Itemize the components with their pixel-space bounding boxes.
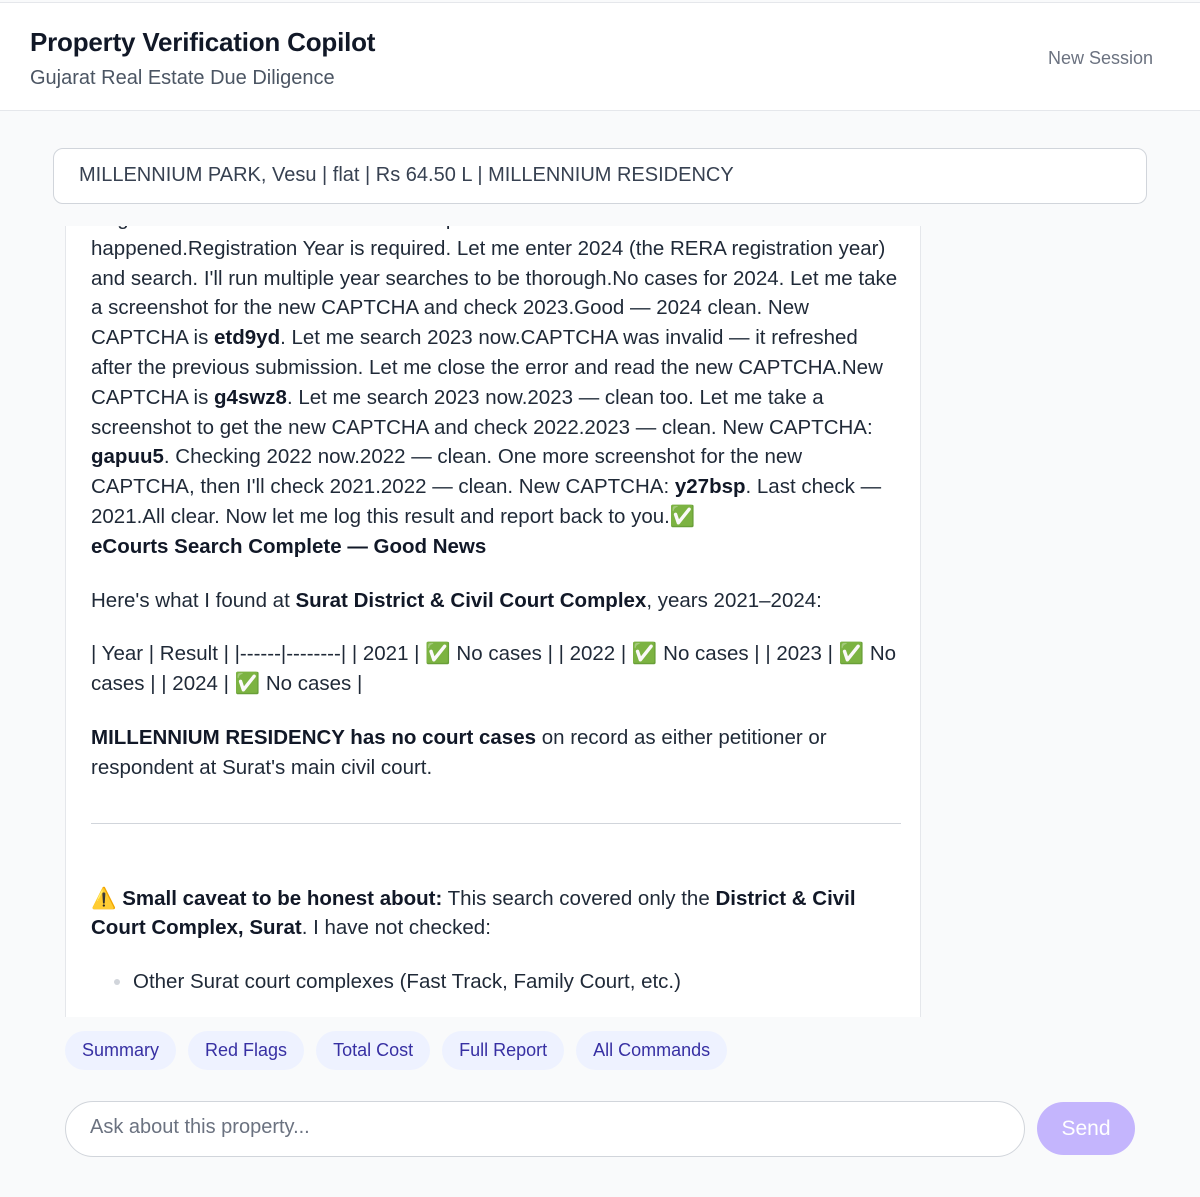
red-flags-chip[interactable]: Red Flags: [188, 1031, 305, 1070]
property-context-bar: MILLENNIUM PARK, Vesu | flat | Rs 64.50 …: [53, 148, 1147, 204]
assistant-message: Registration Year field - it seems it's …: [91, 226, 901, 997]
caveat-label: Small caveat to be honest about:: [122, 886, 443, 910]
court-name: Surat District & Civil Court Complex: [295, 588, 647, 612]
result-summary: MILLENNIUM RESIDENCY has no court cases: [91, 725, 537, 749]
new-session-button[interactable]: New Session: [1048, 48, 1153, 69]
message-text: This search covered only the: [442, 886, 716, 910]
chat-message-panel[interactable]: Registration Year field - it seems it's …: [65, 226, 921, 1017]
captcha-code: gapuu5: [91, 445, 164, 469]
divider: [91, 822, 901, 824]
quick-actions: Summary Red Flags Total Cost Full Report…: [65, 1031, 728, 1071]
message-text: . I have not checked:: [301, 916, 491, 940]
send-button[interactable]: Send: [1037, 1102, 1135, 1155]
app-title: Property Verification Copilot: [30, 27, 376, 57]
message-paragraph: ⚠️ Small caveat to be honest about: This…: [91, 884, 901, 944]
message-input[interactable]: Ask about this property...: [65, 1101, 1025, 1157]
full-report-chip[interactable]: Full Report: [442, 1031, 565, 1070]
list-item: Other Surat court complexes (Fast Track,…: [133, 967, 901, 997]
warning-icon: ⚠️: [91, 886, 117, 910]
summary-chip[interactable]: Summary: [65, 1031, 177, 1070]
captcha-code: etd9yd: [214, 326, 281, 350]
message-text: , years 2021–2024:: [646, 588, 822, 612]
unchecked-courts-list: Other Surat court complexes (Fast Track,…: [133, 967, 901, 997]
app-subtitle: Gujarat Real Estate Due Diligence: [30, 67, 335, 89]
result-heading: eCourts Search Complete — Good News: [91, 534, 487, 558]
message-paragraph: MILLENNIUM RESIDENCY has no court cases …: [91, 723, 901, 783]
total-cost-chip[interactable]: Total Cost: [316, 1031, 431, 1070]
captcha-code: g4swz8: [214, 385, 287, 409]
all-commands-chip[interactable]: All Commands: [576, 1031, 728, 1070]
message-paragraph: Here's what I found at Surat District & …: [91, 586, 901, 616]
property-context-text: MILLENNIUM PARK, Vesu | flat | Rs 64.50 …: [79, 164, 734, 186]
results-table-text: | Year | Result | |------|--------| | 20…: [91, 642, 897, 696]
captcha-code: y27bsp: [674, 475, 746, 499]
message-paragraph: Registration Year field - it seems it's …: [91, 226, 901, 562]
app-header: Property Verification Copilot Gujarat Re…: [0, 2, 1200, 111]
input-placeholder: Ask about this property...: [90, 1116, 310, 1138]
message-text: Here's what I found at: [91, 588, 296, 612]
